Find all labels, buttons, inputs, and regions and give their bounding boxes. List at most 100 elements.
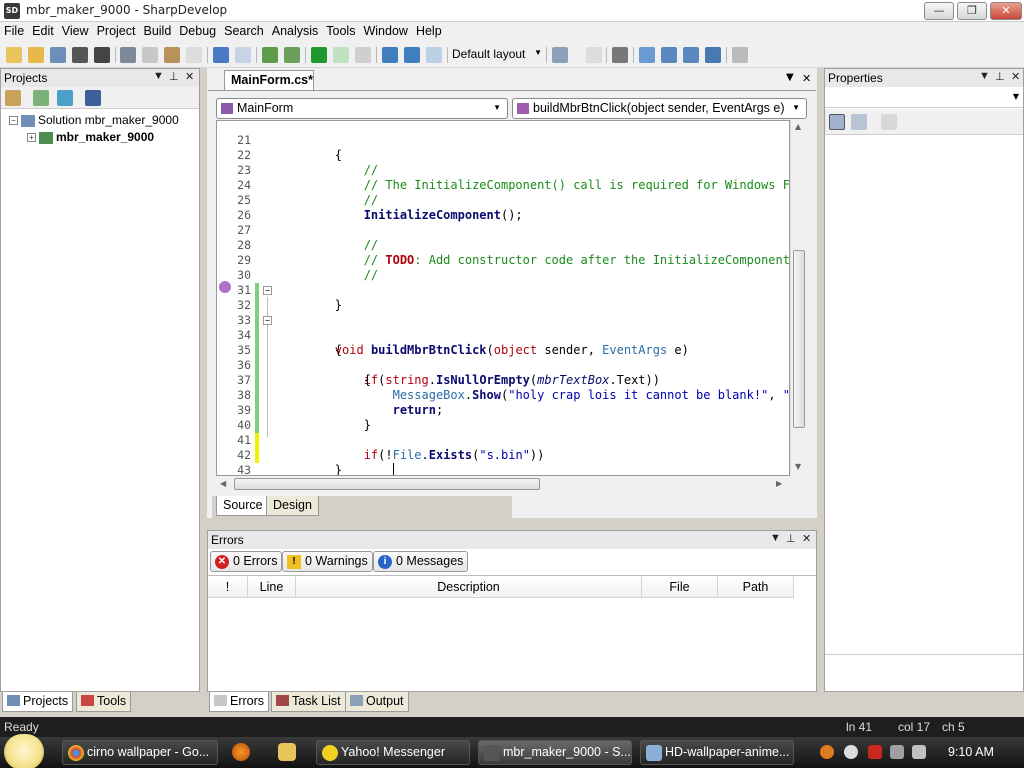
properties-object-select[interactable]: ▼ — [825, 88, 1023, 108]
column-header-line[interactable]: Line — [248, 576, 296, 598]
class-combo[interactable]: MainForm ▼ — [216, 98, 508, 119]
close-button[interactable]: ✕ — [990, 2, 1022, 20]
tree-item-solution[interactable]: − Solution mbr_maker_9000 — [9, 113, 179, 130]
scroll-right-icon[interactable]: ▶ — [776, 479, 782, 488]
tab-source[interactable]: Source — [216, 496, 270, 516]
pin-icon[interactable]: ⊥ — [995, 70, 1005, 83]
tab-task-list[interactable]: Task List — [271, 692, 346, 712]
network-icon[interactable] — [890, 745, 904, 759]
menu-file[interactable]: File — [0, 22, 28, 38]
find-icon[interactable] — [732, 47, 748, 63]
open-file-icon[interactable] — [28, 47, 44, 63]
undo-icon[interactable] — [213, 47, 229, 63]
tab-errors[interactable]: Errors — [209, 692, 270, 712]
close-icon[interactable]: ✕ — [1011, 70, 1020, 83]
step-over-icon[interactable] — [382, 47, 398, 63]
search-icon[interactable] — [820, 745, 834, 759]
maximize-button[interactable]: ❐ — [957, 2, 987, 20]
save-all-icon[interactable] — [94, 47, 110, 63]
format-icon[interactable] — [612, 47, 628, 63]
alphabetical-icon[interactable] — [851, 114, 867, 130]
cascade-icon[interactable] — [683, 47, 699, 63]
tab-menu-icon[interactable]: ▼ — [786, 72, 794, 83]
menu-help[interactable]: Help — [412, 22, 446, 38]
task-yahoo-messenger[interactable]: Yahoo! Messenger — [316, 740, 470, 765]
minimize-button[interactable]: — — [924, 2, 954, 20]
task-chrome[interactable]: cirno wallpaper - Go... — [62, 740, 218, 765]
properties-icon[interactable] — [5, 90, 21, 106]
step-out-icon[interactable] — [426, 47, 442, 63]
cut-icon[interactable] — [120, 47, 136, 63]
breakpoint-bookmark-icon[interactable] — [219, 281, 231, 293]
warnings-filter-button[interactable]: ! 0 Warnings — [282, 551, 373, 572]
messages-filter-button[interactable]: i 0 Messages — [373, 551, 469, 572]
run-without-debug-icon[interactable] — [333, 47, 349, 63]
menu-window[interactable]: Window — [359, 22, 411, 38]
expand-icon[interactable]: + — [27, 133, 36, 143]
scroll-down-icon[interactable]: ▼ — [795, 462, 801, 471]
window-icon[interactable] — [639, 47, 655, 63]
paste-icon[interactable] — [164, 47, 180, 63]
column-header-description[interactable]: Description — [296, 576, 642, 598]
copy-icon[interactable] — [142, 47, 158, 63]
clock[interactable]: 9:10 AM — [948, 745, 994, 759]
security-icon[interactable] — [868, 745, 882, 759]
smiley-icon[interactable] — [844, 745, 858, 759]
close-tab-icon[interactable]: ✕ — [802, 72, 811, 85]
start-button[interactable] — [4, 734, 44, 768]
tab-mainform-cs[interactable]: MainForm.cs* — [224, 70, 314, 90]
collapse-all-icon[interactable] — [33, 90, 49, 106]
property-pages-icon[interactable] — [881, 114, 897, 130]
refresh-icon[interactable] — [57, 90, 73, 106]
save-icon[interactable] — [72, 47, 88, 63]
column-header-path[interactable]: Path — [718, 576, 794, 598]
scroll-thumb[interactable] — [793, 250, 805, 428]
task-sharpdevelop[interactable]: mbr_maker_9000 - S... — [478, 740, 632, 765]
folder-icon[interactable] — [278, 743, 296, 761]
menu-project[interactable]: Project — [93, 22, 140, 38]
tab-design[interactable]: Design — [266, 496, 319, 516]
column-header-file[interactable]: File — [642, 576, 718, 598]
categorized-icon[interactable] — [829, 114, 845, 130]
collapse-icon[interactable]: − — [9, 116, 18, 126]
menu-search[interactable]: Search — [220, 22, 268, 38]
stop-icon[interactable] — [355, 47, 371, 63]
close-icon[interactable]: ✕ — [802, 532, 811, 545]
panel-menu-icon[interactable]: ▼ — [153, 70, 164, 82]
volume-icon[interactable] — [912, 745, 926, 759]
redo-icon[interactable] — [235, 47, 251, 63]
panel-menu-icon[interactable]: ▼ — [770, 532, 781, 544]
new-file-icon[interactable] — [6, 47, 22, 63]
menu-build[interactable]: Build — [139, 22, 175, 38]
close-icon[interactable]: ✕ — [185, 70, 194, 83]
delete-icon[interactable] — [186, 47, 202, 63]
build-icon[interactable] — [262, 47, 278, 63]
member-combo[interactable]: buildMbrBtnClick(object sender, EventArg… — [512, 98, 807, 119]
menu-analysis[interactable]: Analysis — [268, 22, 323, 38]
column-header-severity[interactable]: ! — [208, 576, 248, 598]
open-solution-icon[interactable] — [50, 47, 66, 63]
bookmark-icon[interactable] — [586, 47, 602, 63]
menu-view[interactable]: View — [58, 22, 93, 38]
tile-icon[interactable] — [661, 47, 677, 63]
horizontal-scrollbar[interactable]: ◀ ▶ — [216, 476, 806, 492]
menu-debug[interactable]: Debug — [175, 22, 220, 38]
run-icon[interactable] — [311, 47, 327, 63]
show-all-files-icon[interactable] — [85, 90, 101, 106]
menu-edit[interactable]: Edit — [28, 22, 58, 38]
tab-projects[interactable]: Projects — [2, 692, 74, 712]
errors-filter-button[interactable]: ✕ 0 Errors — [210, 551, 283, 572]
errors-list[interactable]: ! Line Description File Path — [208, 575, 816, 691]
firefox-icon[interactable] — [232, 743, 250, 761]
tree-item-project[interactable]: + mbr_maker_9000 — [9, 130, 179, 147]
step-into-icon[interactable] — [404, 47, 420, 63]
scroll-thumb[interactable] — [234, 478, 540, 490]
panel-menu-icon[interactable]: ▼ — [979, 70, 990, 82]
pin-icon[interactable]: ⊥ — [169, 70, 179, 83]
pin-icon[interactable]: ⊥ — [786, 532, 796, 545]
rebuild-icon[interactable] — [284, 47, 300, 63]
tab-tools[interactable]: Tools — [76, 692, 132, 712]
close-all-icon[interactable] — [705, 47, 721, 63]
fold-icon[interactable]: − — [263, 286, 272, 295]
scroll-left-icon[interactable]: ◀ — [220, 479, 226, 488]
